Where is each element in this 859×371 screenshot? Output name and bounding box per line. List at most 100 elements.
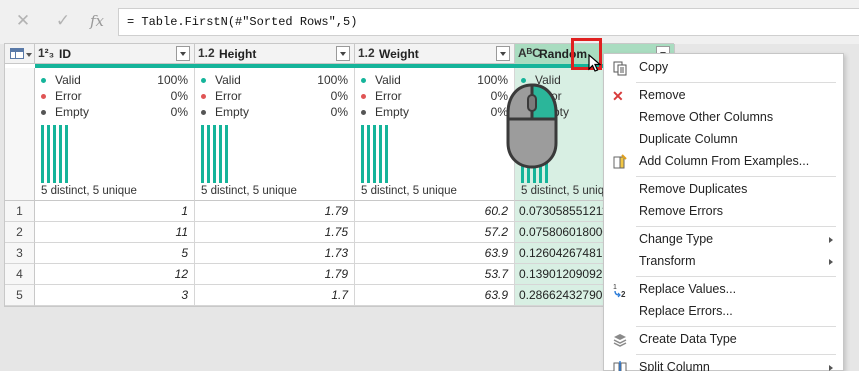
row-number[interactable]: 2 xyxy=(5,222,35,243)
empty-row: Empty 0% xyxy=(41,105,188,121)
mouse-right-click-icon xyxy=(506,83,558,169)
decimal-type-icon[interactable]: 1.2 xyxy=(358,46,375,60)
menu-item-transform[interactable]: Transform xyxy=(604,251,843,273)
menu-item-label: Remove xyxy=(639,88,686,102)
menu-item-split-column[interactable]: Split Column xyxy=(604,357,843,371)
distribution-bar xyxy=(53,125,56,183)
menu-item-create-data-type[interactable]: Create Data Type xyxy=(604,329,843,351)
fx-icon[interactable]: fx xyxy=(86,10,108,32)
table-cell[interactable]: 11 xyxy=(35,222,195,243)
menu-item-label: Replace Values... xyxy=(639,282,737,296)
menu-item-remove-duplicates[interactable]: Remove Duplicates xyxy=(604,179,843,201)
valid-row: Valid 100% xyxy=(361,73,508,89)
menu-item-remove-other-columns[interactable]: Remove Other Columns xyxy=(604,107,843,129)
column-dropdown-button[interactable] xyxy=(336,46,350,61)
table-cell[interactable]: 1 xyxy=(35,201,195,222)
empty-dot xyxy=(41,110,46,115)
menu-item-label: Remove Other Columns xyxy=(639,110,774,124)
empty-percent: 0% xyxy=(170,105,188,119)
menu-separator xyxy=(636,326,836,327)
table-cell[interactable]: 5 xyxy=(35,243,195,264)
column-header-height[interactable]: 1.2 Height xyxy=(195,44,355,64)
menu-item-remove-errors[interactable]: Remove Errors xyxy=(604,201,843,223)
decimal-type-icon[interactable]: 1.2 xyxy=(198,46,215,60)
distribution-bar xyxy=(201,125,204,183)
replace-values-icon: 12 xyxy=(613,284,626,298)
row-number[interactable]: 4 xyxy=(5,264,35,285)
menu-item-add-column-from-examples[interactable]: Add Column From Examples... xyxy=(604,151,843,173)
error-label: Error xyxy=(375,89,402,103)
distribution-bar xyxy=(41,125,44,183)
menu-item-remove[interactable]: ✕ Remove xyxy=(604,85,843,107)
formula-input[interactable]: = Table.FirstN(#"Sorted Rows",5) xyxy=(118,8,859,36)
copy-icon xyxy=(613,61,627,76)
menu-item-label: Remove Duplicates xyxy=(639,182,748,196)
menu-separator xyxy=(636,276,836,277)
menu-separator xyxy=(636,354,836,355)
error-label: Error xyxy=(55,89,82,103)
table-cell[interactable]: 63.9 xyxy=(355,243,515,264)
whole-number-type-icon[interactable]: 1²₃ xyxy=(38,46,54,60)
table-cell[interactable]: 1.75 xyxy=(195,222,355,243)
distribution-bar xyxy=(213,125,216,183)
column-name: Weight xyxy=(379,47,419,61)
distribution-bar xyxy=(225,125,228,183)
distribution-bar xyxy=(219,125,222,183)
menu-item-label: Copy xyxy=(639,60,669,74)
error-percent: 0% xyxy=(330,89,348,103)
table-cell[interactable]: 3 xyxy=(35,285,195,306)
distribution-bar xyxy=(65,125,68,183)
menu-item-replace-errors[interactable]: Replace Errors... xyxy=(604,301,843,323)
table-cell[interactable]: 53.7 xyxy=(355,264,515,285)
table-cell[interactable]: 63.9 xyxy=(355,285,515,306)
empty-dot xyxy=(201,110,206,115)
formula-bar: ✕ ✓ fx = Table.FirstN(#"Sorted Rows",5) xyxy=(0,0,859,44)
distinct-count: 5 distinct, 5 unique xyxy=(41,185,137,197)
column-dropdown-button[interactable] xyxy=(176,46,190,61)
menu-item-duplicate-column[interactable]: Duplicate Column xyxy=(604,129,843,151)
valid-dot xyxy=(361,78,366,83)
table-cell[interactable]: 1.79 xyxy=(195,264,355,285)
column-dropdown-button[interactable] xyxy=(496,46,510,61)
row-number[interactable]: 5 xyxy=(5,285,35,306)
table-menu-button[interactable] xyxy=(5,44,35,64)
row-number[interactable]: 3 xyxy=(5,243,35,264)
distribution-bar xyxy=(361,125,364,183)
menu-item-copy[interactable]: Copy xyxy=(604,57,843,79)
table-cell[interactable]: 12 xyxy=(35,264,195,285)
error-percent: 0% xyxy=(170,89,188,103)
distribution-bar xyxy=(59,125,62,183)
text-type-icon[interactable]: AᴮC xyxy=(518,46,541,60)
row-number[interactable]: 1 xyxy=(5,201,35,222)
table-cell[interactable]: 1.73 xyxy=(195,243,355,264)
valid-label: Valid xyxy=(55,73,81,87)
menu-item-label: Remove Errors xyxy=(639,204,724,218)
column-header-weight[interactable]: 1.2 Weight xyxy=(355,44,515,64)
menu-separator xyxy=(636,176,836,177)
distribution-bar xyxy=(47,125,50,183)
menu-item-replace-values[interactable]: 12 Replace Values... xyxy=(604,279,843,301)
menu-item-label: Replace Errors... xyxy=(639,304,733,318)
menu-item-label: Create Data Type xyxy=(639,332,737,346)
table-cell[interactable]: 1.7 xyxy=(195,285,355,306)
x-icon[interactable]: ✕ xyxy=(12,10,34,32)
menu-separator xyxy=(636,226,836,227)
valid-percent: 100% xyxy=(157,73,188,87)
distribution-bar xyxy=(373,125,376,183)
menu-item-change-type[interactable]: Change Type xyxy=(604,229,843,251)
remove-icon: ✕ xyxy=(612,88,624,104)
check-icon[interactable]: ✓ xyxy=(52,10,74,32)
empty-row: Empty 0% xyxy=(201,105,348,121)
column-header-id[interactable]: 1²₃ ID xyxy=(35,44,195,64)
add-column-examples-icon xyxy=(613,154,627,169)
distribution-bar xyxy=(385,125,388,183)
menu-item-label: Duplicate Column xyxy=(639,132,738,146)
menu-separator xyxy=(636,82,836,83)
menu-item-label: Change Type xyxy=(639,232,714,246)
table-cell[interactable]: 57.2 xyxy=(355,222,515,243)
column-profile-height: Valid 100% Error 0% Empty 0% 5 distinct, 5 … xyxy=(195,68,355,201)
distinct-count: 5 distinct, 5 unique xyxy=(361,185,457,197)
table-cell[interactable]: 60.2 xyxy=(355,201,515,222)
submenu-arrow-icon xyxy=(829,365,833,371)
table-cell[interactable]: 1.79 xyxy=(195,201,355,222)
